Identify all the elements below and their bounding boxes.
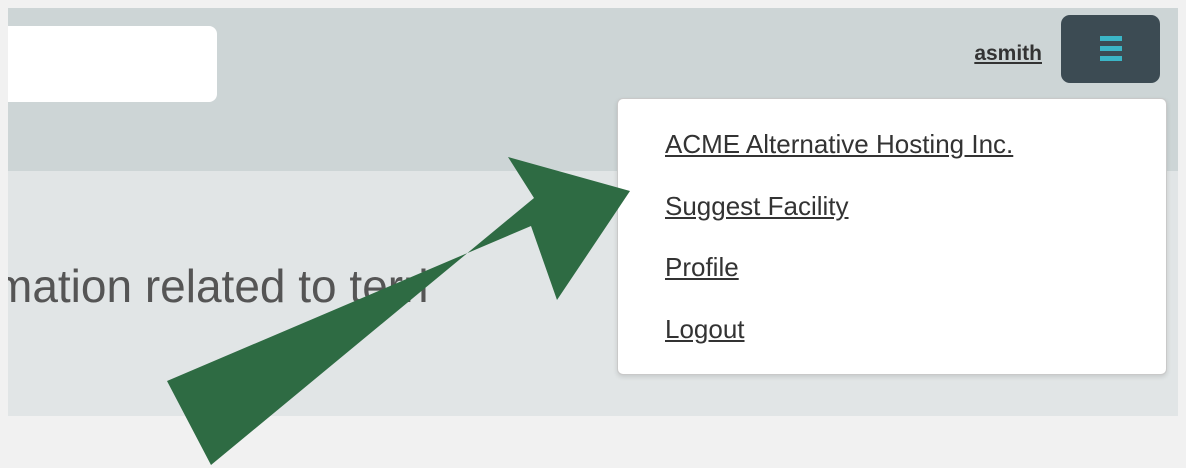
annotation-arrow	[167, 157, 630, 465]
green-arrow	[167, 157, 630, 465]
